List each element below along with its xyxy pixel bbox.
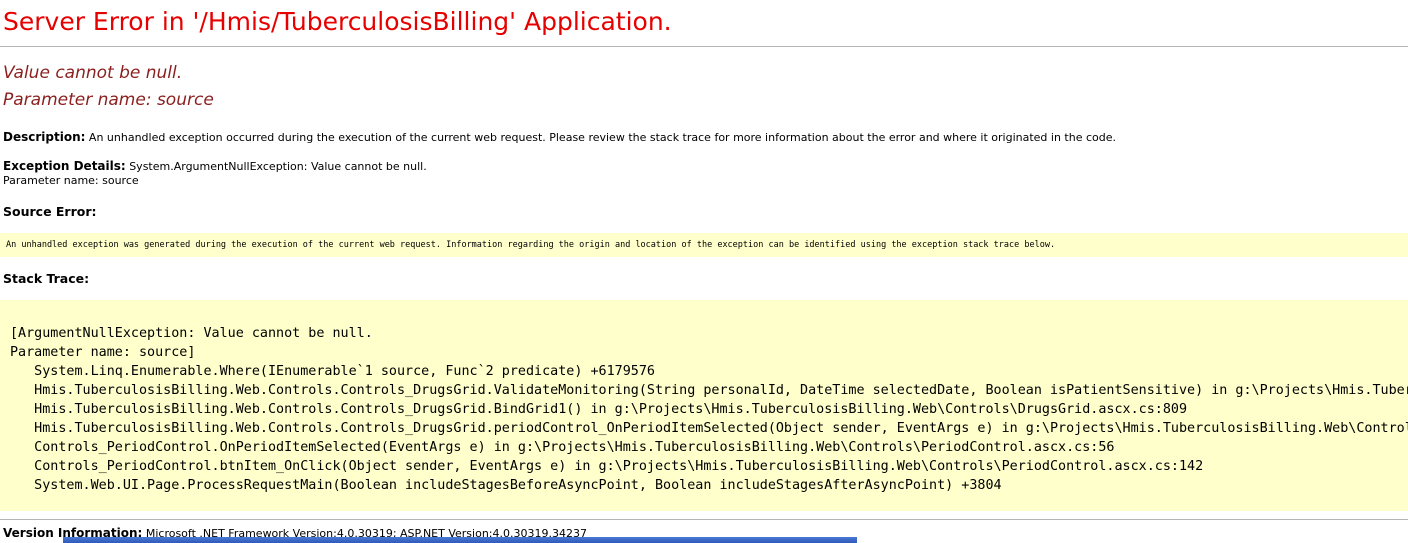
stack-trace-heading: Stack Trace: [0,271,1408,286]
bottom-blue-bar [63,537,857,543]
stack-trace-text: [ArgumentNullException: Value cannot be … [10,324,1408,495]
exception-details-row: Exception Details: System.ArgumentNullEx… [0,159,1408,188]
exception-details-param: Parameter name: source [3,174,139,187]
footer-rule [0,519,1408,520]
stack-trace-box: [ArgumentNullException: Value cannot be … [0,300,1408,511]
error-subtitle-line2: Parameter name: source [3,90,214,110]
description-label: Description: [3,130,85,144]
description-text: An unhandled exception occurred during t… [89,131,1116,144]
exception-details-label: Exception Details: [3,159,126,173]
title-rule [0,46,1408,47]
source-error-box: An unhandled exception was generated dur… [0,233,1408,257]
error-subtitle-line1: Value cannot be null. [3,63,182,83]
page-title: Server Error in '/Hmis/TuberculosisBilli… [0,6,1408,38]
description-row: Description: An unhandled exception occu… [0,130,1408,145]
source-error-heading: Source Error: [0,204,1408,219]
error-subtitle: Value cannot be null. Parameter name: sou… [0,60,1408,114]
exception-details-text: System.ArgumentNullException: Value cann… [129,160,427,173]
source-error-text: An unhandled exception was generated dur… [6,240,1402,250]
